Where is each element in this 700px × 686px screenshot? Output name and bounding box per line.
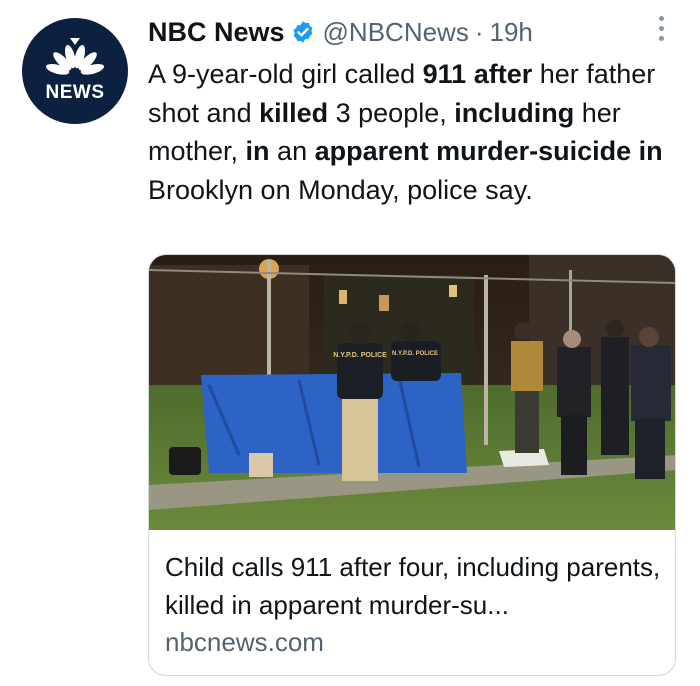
jacket-label-left: N.Y.P.D. POLICE [333, 352, 387, 359]
card-domain[interactable]: nbcnews.com [165, 627, 324, 658]
tweet-text-segment: an [269, 136, 315, 166]
timestamp[interactable]: 19h [490, 17, 533, 48]
tweet-text-bold: 911 after [422, 59, 533, 89]
tweet-text: A 9-year-old girl called 911 after her f… [148, 55, 688, 209]
tweet-text-segment: 3 people, [328, 97, 455, 128]
author-handle[interactable]: @NBCNews [323, 17, 469, 48]
tweet-header: NBC News @NBCNews · 19h [148, 12, 533, 52]
tweet-text-bold: apparent murder-suicide in [314, 136, 663, 166]
tweet-text-segment: A 9-year-old girl called [148, 59, 423, 89]
peacock-logo-icon [45, 38, 105, 75]
verified-badge-icon [293, 21, 312, 43]
separator-dot: · [474, 16, 484, 47]
tweet-text-bold: in [245, 136, 270, 166]
link-card[interactable]: N.Y.P.D. POLICE N.Y.P.D. POLICE Child ca… [148, 254, 676, 676]
author-name[interactable]: NBC News [148, 17, 285, 48]
card-title[interactable]: Child calls 911 after four, including pa… [165, 548, 665, 624]
jacket-label-right: N.Y.P.D. POLICE [392, 351, 438, 357]
avatar-label: NEWS [45, 82, 105, 103]
more-vertical-icon[interactable] [654, 16, 668, 46]
avatar[interactable]: NEWS [22, 18, 128, 124]
tweet-text-bold: including [454, 97, 575, 128]
tweet-text-bold: killed [259, 97, 329, 128]
card-image[interactable]: N.Y.P.D. POLICE N.Y.P.D. POLICE [149, 255, 676, 530]
tweet-text-segment: Brooklyn on Monday, police say. [148, 174, 533, 205]
